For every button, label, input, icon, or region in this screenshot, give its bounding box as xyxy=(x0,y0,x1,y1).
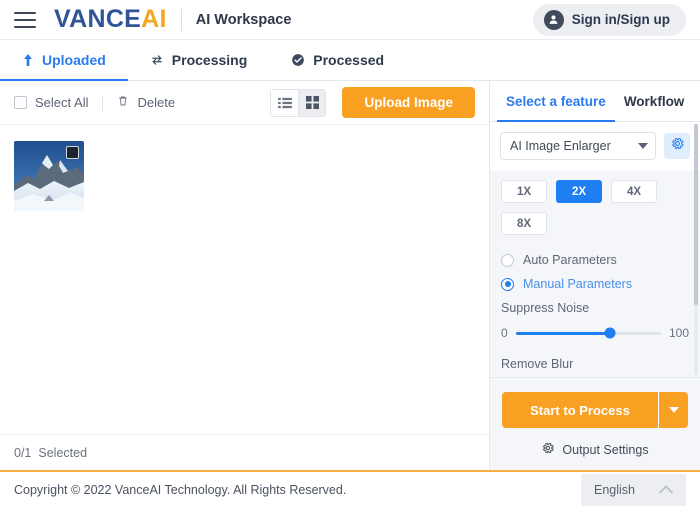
start-to-process-button[interactable]: Start to Process xyxy=(502,392,658,428)
suppress-noise-max: 100 xyxy=(668,326,689,340)
suppress-noise-slider-block: Suppress Noise 0 100 xyxy=(501,301,689,340)
main-content: Select All Delete Upload Image 0/1 Selec… xyxy=(0,81,490,470)
panel-scroll-area: AI Image Enlarger 1X 2X 4X 8X Auto Param… xyxy=(490,122,700,377)
suppress-noise-slider-handle[interactable] xyxy=(604,327,616,339)
gallery-status-bar: 0/1 Selected xyxy=(0,434,489,470)
feature-selector-row: AI Image Enlarger xyxy=(490,122,700,171)
view-mode-toggle xyxy=(270,88,327,117)
trash-icon xyxy=(117,94,129,111)
chevron-down-icon xyxy=(638,143,648,149)
radio-auto-indicator xyxy=(501,253,514,267)
tab-uploaded[interactable]: Uploaded xyxy=(0,40,128,81)
signin-label: Sign in/Sign up xyxy=(571,12,670,27)
refresh-cycle-icon xyxy=(150,53,164,67)
start-to-process-group: Start to Process xyxy=(502,392,688,428)
feature-select-value: AI Image Enlarger xyxy=(510,139,611,153)
radio-manual-indicator xyxy=(501,277,514,291)
suppress-noise-slider-row: 0 100 xyxy=(501,326,689,340)
suppress-noise-min: 0 xyxy=(501,326,508,340)
select-all-label: Select All xyxy=(35,95,89,110)
delete-label: Delete xyxy=(137,95,176,110)
tab-workflow[interactable]: Workflow xyxy=(615,81,694,121)
scale-option-8x[interactable]: 8X xyxy=(501,212,547,235)
radio-auto-parameters[interactable]: Auto Parameters xyxy=(501,253,689,267)
upload-image-button[interactable]: Upload Image xyxy=(342,87,475,118)
start-to-process-dropdown[interactable] xyxy=(658,392,688,428)
top-bar: VANCEAI AI Workspace Sign in/Sign up xyxy=(0,0,700,40)
delete-button[interactable]: Delete xyxy=(117,94,175,111)
logo-primary-text: VANCE xyxy=(54,5,142,33)
radio-manual-label: Manual Parameters xyxy=(523,277,633,291)
scale-options: 1X 2X 4X 8X xyxy=(501,180,689,235)
tab-select-a-feature-label: Select a feature xyxy=(506,93,606,109)
grid-view-icon[interactable] xyxy=(298,89,326,116)
app-root: VANCEAI AI Workspace Sign in/Sign up Upl… xyxy=(0,0,700,507)
panel-settings: 1X 2X 4X 8X Auto Parameters Manual Param… xyxy=(490,171,700,371)
chevron-up-icon xyxy=(659,481,673,499)
panel-tabs: Select a feature Workflow xyxy=(490,81,700,122)
language-selector[interactable]: English xyxy=(581,473,686,506)
body-area: Select All Delete Upload Image 0/1 Selec… xyxy=(0,81,700,470)
gallery-toolbar: Select All Delete Upload Image xyxy=(0,81,489,125)
radio-auto-label: Auto Parameters xyxy=(523,253,617,267)
signin-signup-button[interactable]: Sign in/Sign up xyxy=(532,3,686,36)
scale-option-4x[interactable]: 4X xyxy=(611,180,657,203)
suppress-noise-slider[interactable] xyxy=(515,327,661,339)
tab-processed-label: Processed xyxy=(313,52,385,68)
panel-action-footer: Start to Process Output Settings xyxy=(490,377,700,470)
tab-uploaded-label: Uploaded xyxy=(42,52,106,68)
panel-scrollbar[interactable] xyxy=(694,124,698,375)
selected-count: 0/1 xyxy=(14,445,32,460)
image-gallery xyxy=(0,125,489,434)
gear-icon xyxy=(541,441,555,458)
check-circle-icon xyxy=(291,53,305,67)
gear-icon xyxy=(670,136,685,156)
suppress-noise-label: Suppress Noise xyxy=(501,301,590,315)
selected-label: Selected xyxy=(38,445,88,460)
output-settings-button[interactable]: Output Settings xyxy=(502,441,688,458)
hamburger-icon[interactable] xyxy=(14,11,36,28)
tab-workflow-label: Workflow xyxy=(623,93,685,109)
user-avatar-icon xyxy=(543,9,564,30)
workspace-tabs: Uploaded Processing Processed xyxy=(0,40,700,81)
header-divider xyxy=(180,8,182,31)
tab-processing[interactable]: Processing xyxy=(128,40,269,80)
gallery-item-mountain[interactable] xyxy=(14,141,84,211)
select-all-checkbox[interactable] xyxy=(14,96,27,109)
chevron-down-icon xyxy=(668,407,679,413)
tab-processing-label: Processing xyxy=(171,52,248,68)
page-footer: Copyright © 2022 VanceAI Technology. All… xyxy=(0,470,700,507)
tab-select-a-feature[interactable]: Select a feature xyxy=(497,81,615,122)
select-all-control[interactable]: Select All xyxy=(14,95,88,110)
suppress-noise-slider-fill xyxy=(515,331,611,335)
upload-arrow-icon xyxy=(22,53,34,67)
feature-select[interactable]: AI Image Enlarger xyxy=(500,132,656,160)
settings-panel: Select a feature Workflow AI Image Enlar… xyxy=(490,81,700,470)
workspace-title: AI Workspace xyxy=(195,11,292,28)
output-settings-label: Output Settings xyxy=(562,442,649,457)
toolbar-divider xyxy=(102,94,104,111)
gallery-item-checkbox[interactable] xyxy=(66,146,79,159)
tab-processed[interactable]: Processed xyxy=(269,40,406,80)
list-view-icon[interactable] xyxy=(271,89,299,116)
logo-accent-text: AI xyxy=(141,5,167,33)
copyright-text: Copyright © 2022 VanceAI Technology. All… xyxy=(14,482,347,497)
panel-scrollbar-thumb[interactable] xyxy=(694,124,698,305)
parameter-mode-group: Auto Parameters Manual Parameters xyxy=(501,253,689,291)
language-label: English xyxy=(594,482,635,497)
scale-option-1x[interactable]: 1X xyxy=(501,180,547,203)
radio-manual-parameters[interactable]: Manual Parameters xyxy=(501,277,689,291)
remove-blur-label: Remove Blur xyxy=(501,357,574,371)
vanceai-logo[interactable]: VANCEAI xyxy=(54,7,167,32)
scale-option-2x[interactable]: 2X xyxy=(556,180,602,203)
feature-settings-gear-button[interactable] xyxy=(664,133,690,159)
